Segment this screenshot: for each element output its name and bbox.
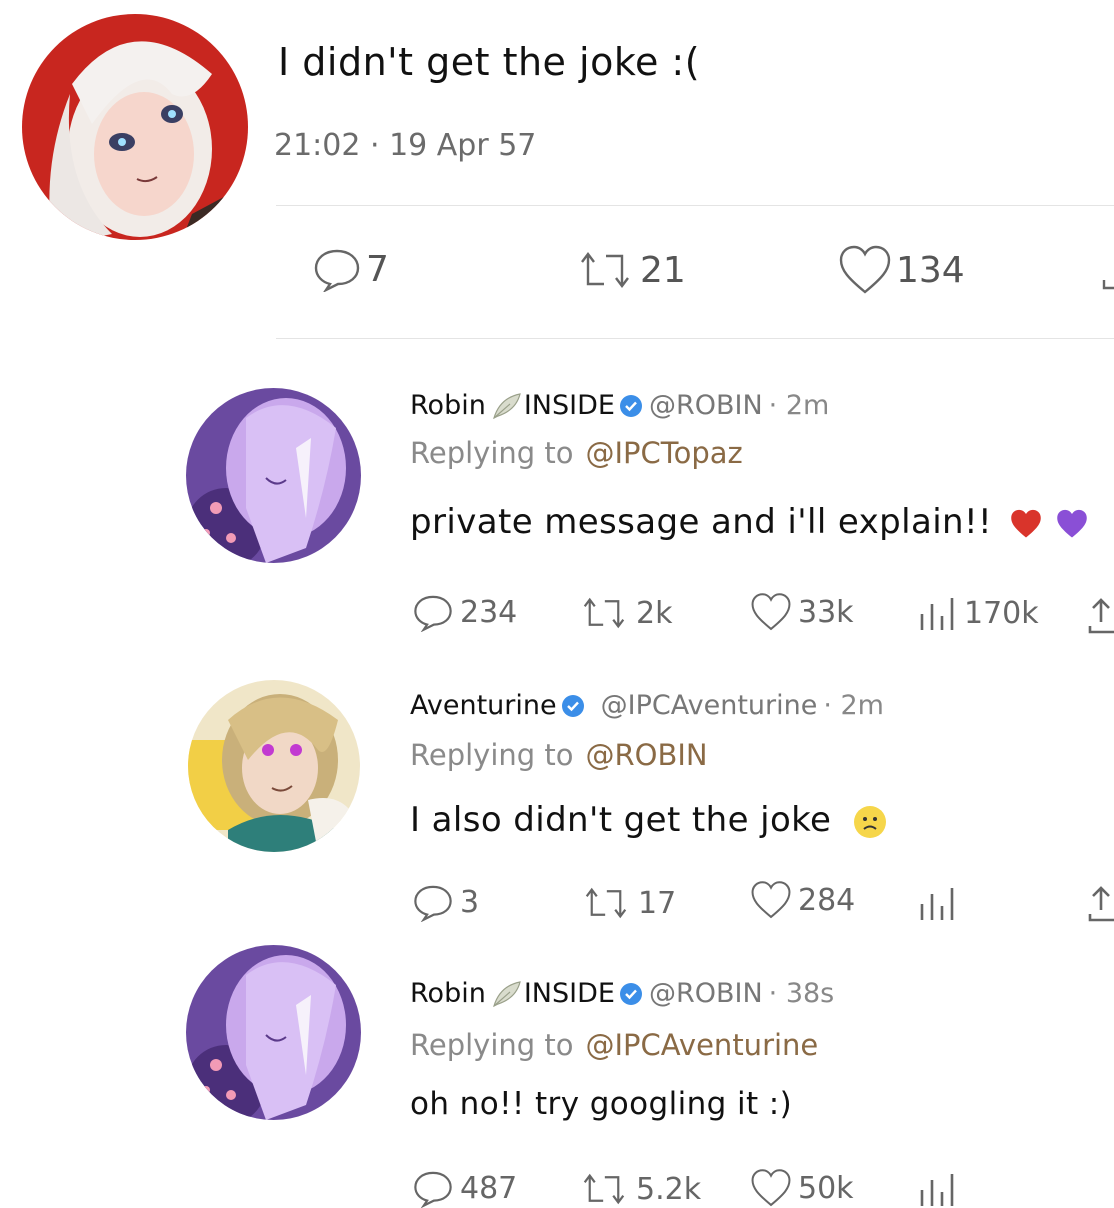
reply-3-replying-label: Replying to (410, 1028, 574, 1062)
reply-1-replying-label: Replying to (410, 436, 574, 470)
comment-icon (314, 249, 360, 292)
reply-3-reply-count: 487 (460, 1170, 518, 1206)
reply-1-retweet-button[interactable]: 2k (578, 594, 672, 632)
verified-icon (619, 982, 642, 1005)
reply-3-reply-button[interactable]: 487 (412, 1168, 517, 1208)
frowning-face-icon (853, 805, 886, 838)
reply-3-mention[interactable]: @IPCAventurine (586, 1028, 819, 1062)
views-icon (920, 888, 954, 920)
reply-2-like-count: 284 (798, 882, 856, 918)
reply-1-mention[interactable]: @IPCTopaz (586, 436, 743, 470)
purple-heart-icon (1056, 509, 1087, 538)
reply-3-like-button[interactable]: 50k (750, 1168, 854, 1208)
heart-icon (751, 593, 791, 631)
reply-1-name[interactable]: Robin (410, 390, 486, 421)
verified-icon (561, 694, 584, 717)
reply-3-replying-to: Replying to @IPCAventurine (410, 1028, 818, 1062)
reply-3-text: oh no!! try googling it :) (410, 1086, 793, 1122)
share-icon (1102, 280, 1114, 290)
main-reply-count: 7 (366, 248, 389, 290)
retweet-icon (585, 887, 627, 919)
reply-2-retweet-button[interactable]: 17 (580, 884, 676, 922)
reply-1-handle[interactable]: @ROBIN (649, 390, 763, 421)
reply-3-name[interactable]: Robin (410, 978, 486, 1009)
divider-bottom (276, 338, 1114, 339)
reply-2-text: I also didn't get the joke (410, 800, 832, 840)
reply-3-tag: INSIDE (523, 978, 615, 1009)
reply-2-reply-button[interactable]: 3 (412, 882, 479, 922)
reply-1-text: private message and i'll explain!! (410, 502, 993, 542)
reply-2-time: · 2m (823, 690, 884, 721)
heart-icon (751, 881, 791, 919)
avatar-topaz[interactable] (22, 14, 248, 240)
heart-icon (839, 245, 891, 294)
reply-3-header: Robin INSIDE @ROBIN · 38s (410, 978, 834, 1009)
reply-2-views-button[interactable] (918, 884, 964, 922)
reply-1-tag: INSIDE (523, 390, 615, 421)
avatar-robin[interactable] (186, 945, 361, 1120)
share-icon (1088, 886, 1114, 922)
reply-1-views-button[interactable]: 170k (918, 594, 1039, 632)
main-tweet-text: I didn't get the joke :( (278, 40, 701, 84)
reply-1-like-count: 33k (798, 594, 854, 630)
reply-2-replying-to: Replying to @ROBIN (410, 738, 708, 772)
reply-3-handle[interactable]: @ROBIN (649, 978, 763, 1009)
reply-2-header: Aventurine @IPCAventurine · 2m (410, 690, 884, 721)
avatar-aventurine[interactable] (188, 680, 360, 852)
reply-3-retweet-count: 5.2k (636, 1171, 702, 1207)
reply-1-time: · 2m (768, 390, 830, 421)
reply-3-text-row: oh no!! try googling it :) (410, 1086, 792, 1122)
avatar-robin[interactable] (186, 388, 361, 563)
reply-1-share-button[interactable] (1088, 596, 1114, 634)
reply-3-like-count: 50k (798, 1170, 854, 1206)
heart-icon (751, 1169, 791, 1207)
reply-1-views-count: 170k (964, 595, 1039, 631)
comment-icon (414, 595, 452, 632)
reply-3-time: · 38s (768, 978, 835, 1009)
reply-2-text-row: I also didn't get the joke (410, 800, 887, 840)
reply-2-retweet-count: 17 (638, 885, 677, 921)
share-icon (1088, 598, 1114, 634)
retweet-icon (583, 597, 625, 629)
reply-1-like-button[interactable]: 33k (750, 592, 854, 632)
reply-1-text-row: private message and i'll explain!! (410, 502, 1089, 542)
reply-2-handle[interactable]: @IPCAventurine (601, 690, 818, 721)
reply-1-reply-count: 234 (460, 594, 518, 630)
reply-2-reply-count: 3 (460, 884, 480, 920)
main-tweet-timestamp: 21:02 · 19 Apr 57 (274, 128, 537, 163)
main-reply-button[interactable]: 7 (312, 246, 389, 292)
reply-3-views-button[interactable] (918, 1170, 964, 1208)
verified-icon (619, 394, 642, 417)
divider-top (276, 205, 1114, 206)
main-retweet-count: 21 (640, 249, 686, 291)
reply-1-reply-button[interactable]: 234 (412, 592, 517, 632)
main-like-count: 134 (896, 249, 965, 291)
main-retweet-button[interactable]: 21 (574, 248, 686, 292)
reply-1-retweet-count: 2k (636, 595, 673, 631)
views-icon (920, 1174, 954, 1206)
reply-2-share-button[interactable] (1088, 884, 1114, 922)
retweet-icon (581, 252, 629, 288)
retweet-icon (583, 1173, 625, 1205)
comment-icon (414, 885, 452, 922)
reply-2-replying-label: Replying to (410, 738, 574, 772)
reply-1-header: Robin INSIDE @ROBIN · 2m (410, 390, 829, 421)
main-like-button[interactable]: 134 (838, 244, 965, 296)
reply-2-like-button[interactable]: 284 (750, 880, 855, 920)
red-heart-icon (1011, 509, 1042, 538)
reply-1-replying-to: Replying to @IPCTopaz (410, 436, 743, 470)
reply-2-mention[interactable]: @ROBIN (586, 738, 708, 772)
comment-icon (414, 1171, 452, 1208)
reply-3-retweet-button[interactable]: 5.2k (578, 1170, 701, 1208)
feather-icon (492, 980, 521, 1007)
main-share-button[interactable] (1100, 262, 1114, 292)
feather-icon (492, 392, 521, 419)
reply-2-name[interactable]: Aventurine (410, 690, 557, 721)
views-icon (920, 598, 954, 630)
